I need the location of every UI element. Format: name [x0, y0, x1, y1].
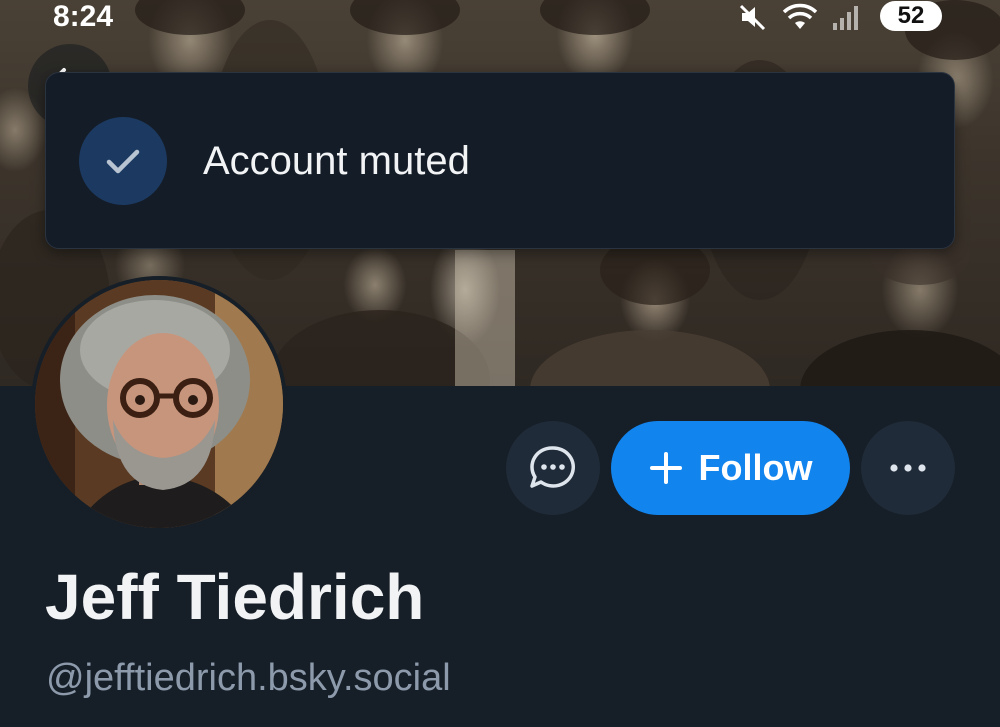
ellipsis-icon: [890, 464, 926, 472]
follow-button-label: Follow: [698, 447, 813, 488]
plus-icon: [649, 452, 682, 484]
chat-bubble-icon: [530, 446, 575, 488]
check-icon: [106, 149, 140, 174]
profile-screen: 8:24 52 Account muted Follow Jeff Tiedri…: [0, 0, 1000, 727]
follow-button[interactable]: Follow: [611, 421, 850, 515]
profile-handle: @jefftiedrich.bsky.social: [46, 657, 451, 699]
avatar[interactable]: [31, 276, 287, 532]
toast-notification[interactable]: Account muted: [45, 72, 955, 249]
avatar-photo: [35, 280, 283, 528]
battery-indicator: 52: [880, 1, 942, 31]
toast-icon-circle: [79, 117, 167, 205]
more-options-button[interactable]: [861, 421, 955, 515]
signal-icon: [833, 6, 858, 30]
mute-icon: [739, 4, 766, 31]
message-button[interactable]: [506, 421, 600, 515]
avatar-portrait: [35, 280, 283, 528]
profile-display-name: Jeff Tiedrich: [45, 561, 425, 633]
toast-message: Account muted: [203, 139, 470, 183]
wifi-icon: [782, 3, 818, 29]
status-icons: [738, 2, 860, 32]
status-time: 8:24: [53, 0, 114, 33]
